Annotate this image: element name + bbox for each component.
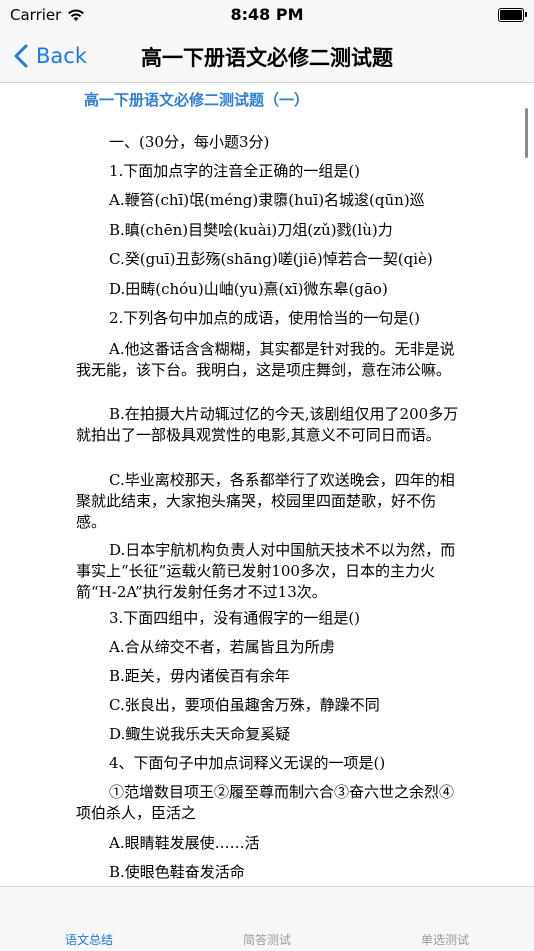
status-bar: Carrier 8:48 PM (0, 0, 534, 30)
tab-single-choice[interactable]: 单选测试 (385, 931, 505, 948)
status-time: 8:48 PM (230, 5, 304, 24)
paragraph: C.张良出，要项伯虽趣舍万殊，静躁不同 (109, 696, 380, 714)
paragraph: A.他这番话含含糊糊，其实都是针对我的。无非是说我无能，该下台。我明白，这是项庄… (76, 340, 455, 379)
document-content[interactable]: 高一下册语文必修二测试题（一） 一、(30分，每小题3分) 1.下面加点字的注音… (0, 83, 534, 886)
paragraph: D.鲰生说我乐夫天命复奚疑 (109, 725, 291, 743)
paragraph: A.鞭笞(chī)氓(méng)隶隳(huī)名城逡(qūn)巡 (109, 191, 425, 209)
paragraph: D.日本宇航机构负责人对中国航天技术不以为然，而事实上“长征”运载火箭已发射10… (76, 541, 456, 601)
document-title: 高一下册语文必修二测试题（一） (84, 91, 310, 109)
paragraph: B.距关，毋内诸侯百有余年 (109, 667, 290, 685)
paragraph: ①范增数目项王②履至尊而制六合③奋六世之余烈④项伯杀人，臣活之 (76, 783, 455, 822)
battery-icon (498, 8, 527, 22)
paragraph: 4、下面句子中加点词释义无误的一项是() (109, 754, 386, 772)
paragraph: A.眼睛鞋发展使……活 (109, 834, 260, 852)
paragraph: C.癸(guī)丑彭殇(shāng)嗟(jiē)悼若合一契(qiè) (109, 250, 433, 268)
paragraph: B.在拍摄大片动辄过亿的今天,该剧组仅用了200多万就拍出了一部极具观赏性的电影… (76, 405, 459, 444)
paragraph: C.毕业离校那天，各系都举行了欢送晚会，四年的相聚就此结束，大家抱头痛哭，校园里… (76, 471, 455, 531)
tab-short-answer[interactable]: 简答测试 (207, 931, 327, 948)
paragraph: B.瞋(chēn)目樊哙(kuài)刀俎(zǔ)戮(lù)力 (109, 221, 393, 239)
paragraph: 3.下面四组中，没有通假字的一组是() (109, 609, 361, 627)
navigation-bar: Back 高一下册语文必修二测试题 (0, 30, 534, 83)
paragraph: D.田畴(chóu)山岫(yu)熹(xī)微东皋(gāo) (109, 280, 388, 298)
paragraph: A.合从缔交不者，若属皆且为所虏 (109, 638, 335, 656)
tab-summary[interactable]: 语文总结 (29, 931, 149, 948)
page-title: 高一下册语文必修二测试题 (141, 46, 393, 70)
paragraph: 一、(30分，每小题3分) (109, 133, 270, 151)
tab-bar: 语文总结 简答测试 单选测试 (0, 886, 534, 951)
paragraph: 2.下列各句中加点的成语，使用恰当的一句是() (109, 309, 421, 327)
paragraph: 1.下面加点字的注音全正确的一组是() (109, 162, 361, 180)
scrollbar[interactable] (525, 108, 528, 158)
paragraph: B.使眼色鞋奋发活命 (109, 863, 245, 881)
